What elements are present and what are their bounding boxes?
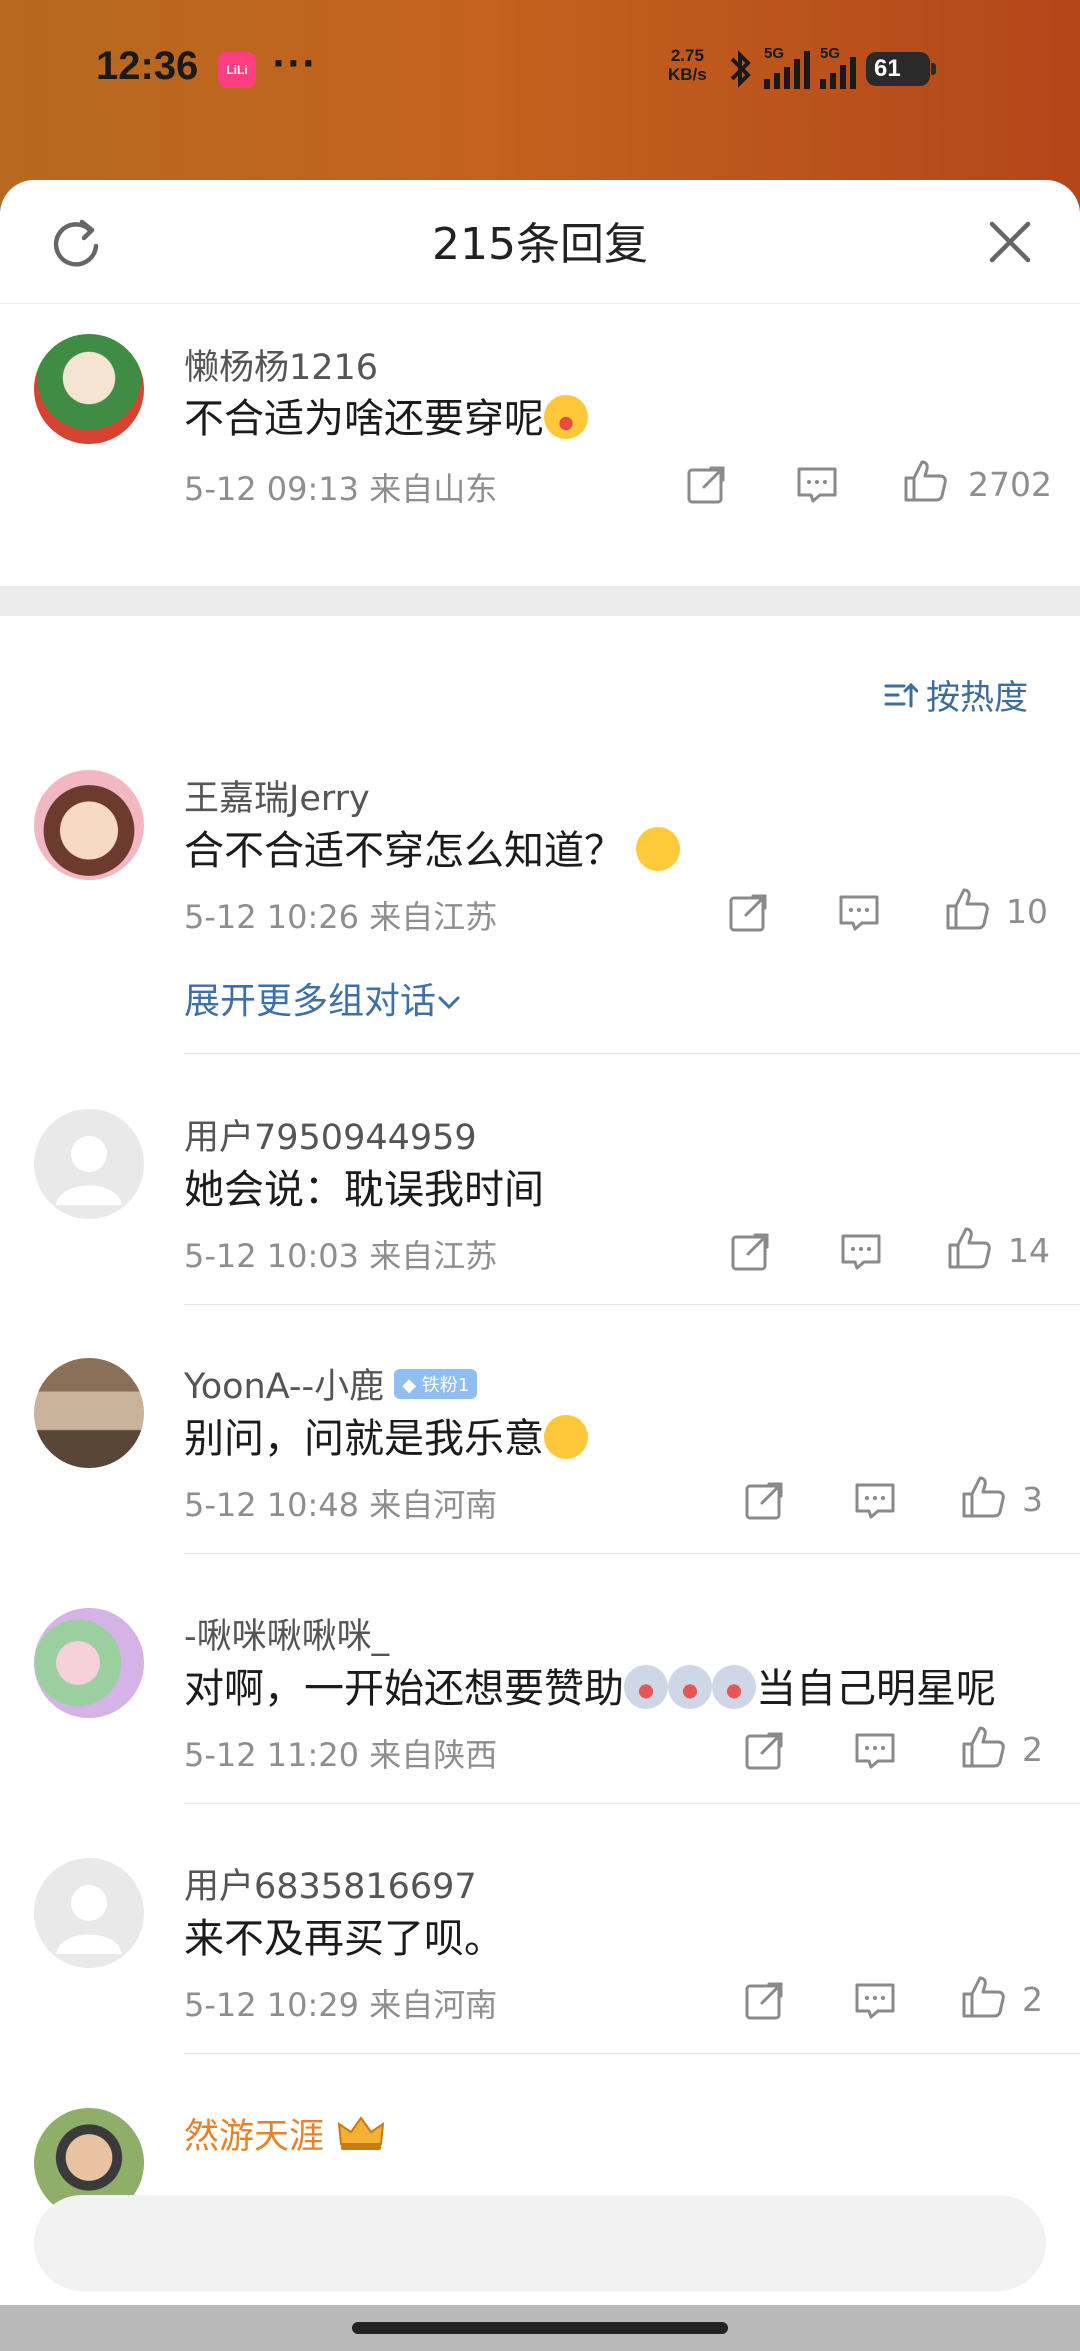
comment-text-body: 不合适为啥还要穿呢: [184, 396, 544, 442]
avatar[interactable]: [34, 1358, 144, 1468]
default-avatar-icon: [56, 1885, 122, 1954]
fan-badge: ◆ 铁粉1: [394, 1369, 478, 1399]
network-speed-unit: KB/s: [668, 65, 707, 84]
more-notifications-icon: ···: [272, 44, 317, 84]
comment-meta: 5-12 11:20 来自陕西: [184, 1736, 498, 1774]
reply-sheet: 215条回复 懒杨杨1216 不合适为啥还要穿呢 5-12 09:13 来自山东…: [0, 180, 1080, 2305]
reply-icon[interactable]: [794, 461, 840, 507]
like-icon[interactable]: [902, 458, 948, 504]
share-icon[interactable]: [742, 1727, 788, 1773]
comment-meta: 5-12 10:26 来自江苏: [184, 898, 498, 936]
share-icon[interactable]: [726, 889, 772, 935]
username[interactable]: 用户6835816697: [184, 1858, 477, 1909]
like-count: 14: [1008, 1231, 1050, 1270]
sheet-title: 215条回复: [432, 219, 648, 270]
username[interactable]: 用户7950944959: [184, 1109, 477, 1160]
bluetooth-icon: [730, 50, 751, 88]
share-icon[interactable]: [684, 461, 730, 507]
like-icon[interactable]: [946, 1225, 992, 1271]
comment-text-part-b: 当自己明星呢: [756, 1666, 996, 1712]
comment-text: 不合适为啥还要穿呢: [184, 386, 588, 444]
share-icon[interactable]: [728, 1228, 774, 1274]
status-bar: 12:36 LiLi ··· 2.75 KB/s 5G 5G 61: [0, 0, 1080, 140]
reply-icon[interactable]: [852, 1477, 898, 1523]
root-comment: 懒杨杨1216 不合适为啥还要穿呢 5-12 09:13 来自山东 2702: [0, 304, 1080, 586]
share-icon[interactable]: [742, 1477, 788, 1523]
home-indicator[interactable]: [352, 2322, 728, 2334]
reply-divider: [184, 1053, 1080, 1054]
sort-button[interactable]: 按热度: [884, 670, 1028, 719]
like-count: 10: [1006, 892, 1048, 931]
like-icon[interactable]: [960, 1724, 1006, 1770]
comment-meta: 5-12 10:29 来自河南: [184, 1986, 498, 2024]
comment-text: 别问，问就是我乐意: [184, 1406, 588, 1464]
username[interactable]: -啾咪啾啾咪_: [184, 1608, 389, 1659]
username[interactable]: 王嘉瑞Jerry: [184, 770, 370, 821]
comment-text: 来不及再买了呗。: [184, 1916, 504, 1962]
expand-label: 展开更多组对话: [184, 981, 437, 1022]
signal-type-label: 5G: [764, 45, 785, 62]
comment-meta: 5-12 09:13 来自山东: [184, 470, 498, 508]
username[interactable]: YoonA--小鹿 ◆ 铁粉1: [184, 1358, 478, 1409]
close-icon[interactable]: [978, 210, 1042, 274]
avatar[interactable]: [34, 1109, 144, 1219]
reply-divider: [184, 1304, 1080, 1305]
sort-label: 按热度: [926, 678, 1028, 718]
reply-input[interactable]: [34, 2195, 1046, 2291]
like-count: 3: [1022, 1480, 1043, 1519]
reply-icon[interactable]: [852, 1977, 898, 2023]
username[interactable]: 懒杨杨1216: [184, 339, 378, 390]
comment-meta: 5-12 10:48 来自河南: [184, 1486, 498, 1524]
avatar[interactable]: [34, 1608, 144, 1718]
section-divider: [0, 586, 1080, 616]
thinking-emoji-icon: [544, 1415, 588, 1459]
default-avatar-icon: [56, 1136, 122, 1205]
like-count: 2: [1022, 1980, 1043, 2019]
reply-divider: [184, 1553, 1080, 1554]
comment-text-body: 别问，问就是我乐意: [184, 1416, 544, 1462]
status-time: 12:36: [96, 44, 199, 88]
share-icon[interactable]: [742, 1977, 788, 2023]
reply-icon[interactable]: [852, 1727, 898, 1773]
fan-badge-label: 铁粉1: [421, 1375, 470, 1396]
comment-text: 她会说：耽误我时间: [184, 1167, 544, 1213]
surprised-dog-emoji-icon: [712, 1665, 756, 1709]
avatar[interactable]: [34, 770, 144, 880]
reply-divider: [184, 1803, 1080, 1804]
like-icon[interactable]: [960, 1474, 1006, 1520]
sheet-header: 215条回复: [0, 180, 1080, 304]
like-icon[interactable]: [960, 1974, 1006, 2020]
like-count: 2702: [968, 465, 1052, 504]
comment-meta: 5-12 10:03 来自江苏: [184, 1237, 498, 1275]
app-notification-icon: LiLi: [218, 52, 256, 88]
username-text: 然游天涯: [184, 2117, 325, 2157]
network-speed: 2.75 KB/s: [668, 46, 707, 84]
reply-icon[interactable]: [838, 1228, 884, 1274]
comment-text-body: 合不合适不穿怎么知道？: [184, 828, 624, 874]
vip-crown-icon: [337, 2116, 385, 2150]
chevron-down-icon: [438, 996, 460, 1010]
signal-type-label: 5G: [820, 45, 841, 62]
avatar[interactable]: [34, 1858, 144, 1968]
tongue-emoji-icon: [544, 395, 588, 439]
comment-text: 合不合适不穿怎么知道？: [184, 818, 680, 876]
avatar[interactable]: [34, 334, 144, 444]
reply-divider: [184, 2053, 1080, 2054]
surprised-dog-emoji-icon: [624, 1665, 668, 1709]
username-text: YoonA--小鹿: [184, 1367, 385, 1407]
like-count: 2: [1022, 1730, 1043, 1769]
like-icon[interactable]: [944, 886, 990, 932]
smirk-emoji-icon: [636, 827, 680, 871]
comment-text: 对啊，一开始还想要赞助 当自己明星呢: [184, 1656, 996, 1714]
signal-icon: 5G: [820, 45, 856, 89]
reply-icon[interactable]: [836, 889, 882, 935]
signal-icon: 5G: [764, 45, 810, 89]
battery-icon: 61: [866, 52, 936, 86]
network-speed-value: 2.75: [670, 46, 704, 65]
username[interactable]: 然游天涯: [184, 2108, 387, 2159]
comment-text-part-a: 对啊，一开始还想要赞助: [184, 1666, 624, 1712]
sort-icon: [884, 682, 918, 707]
expand-conversation-link[interactable]: 展开更多组对话: [184, 972, 462, 1024]
surprised-dog-emoji-icon: [668, 1665, 712, 1709]
